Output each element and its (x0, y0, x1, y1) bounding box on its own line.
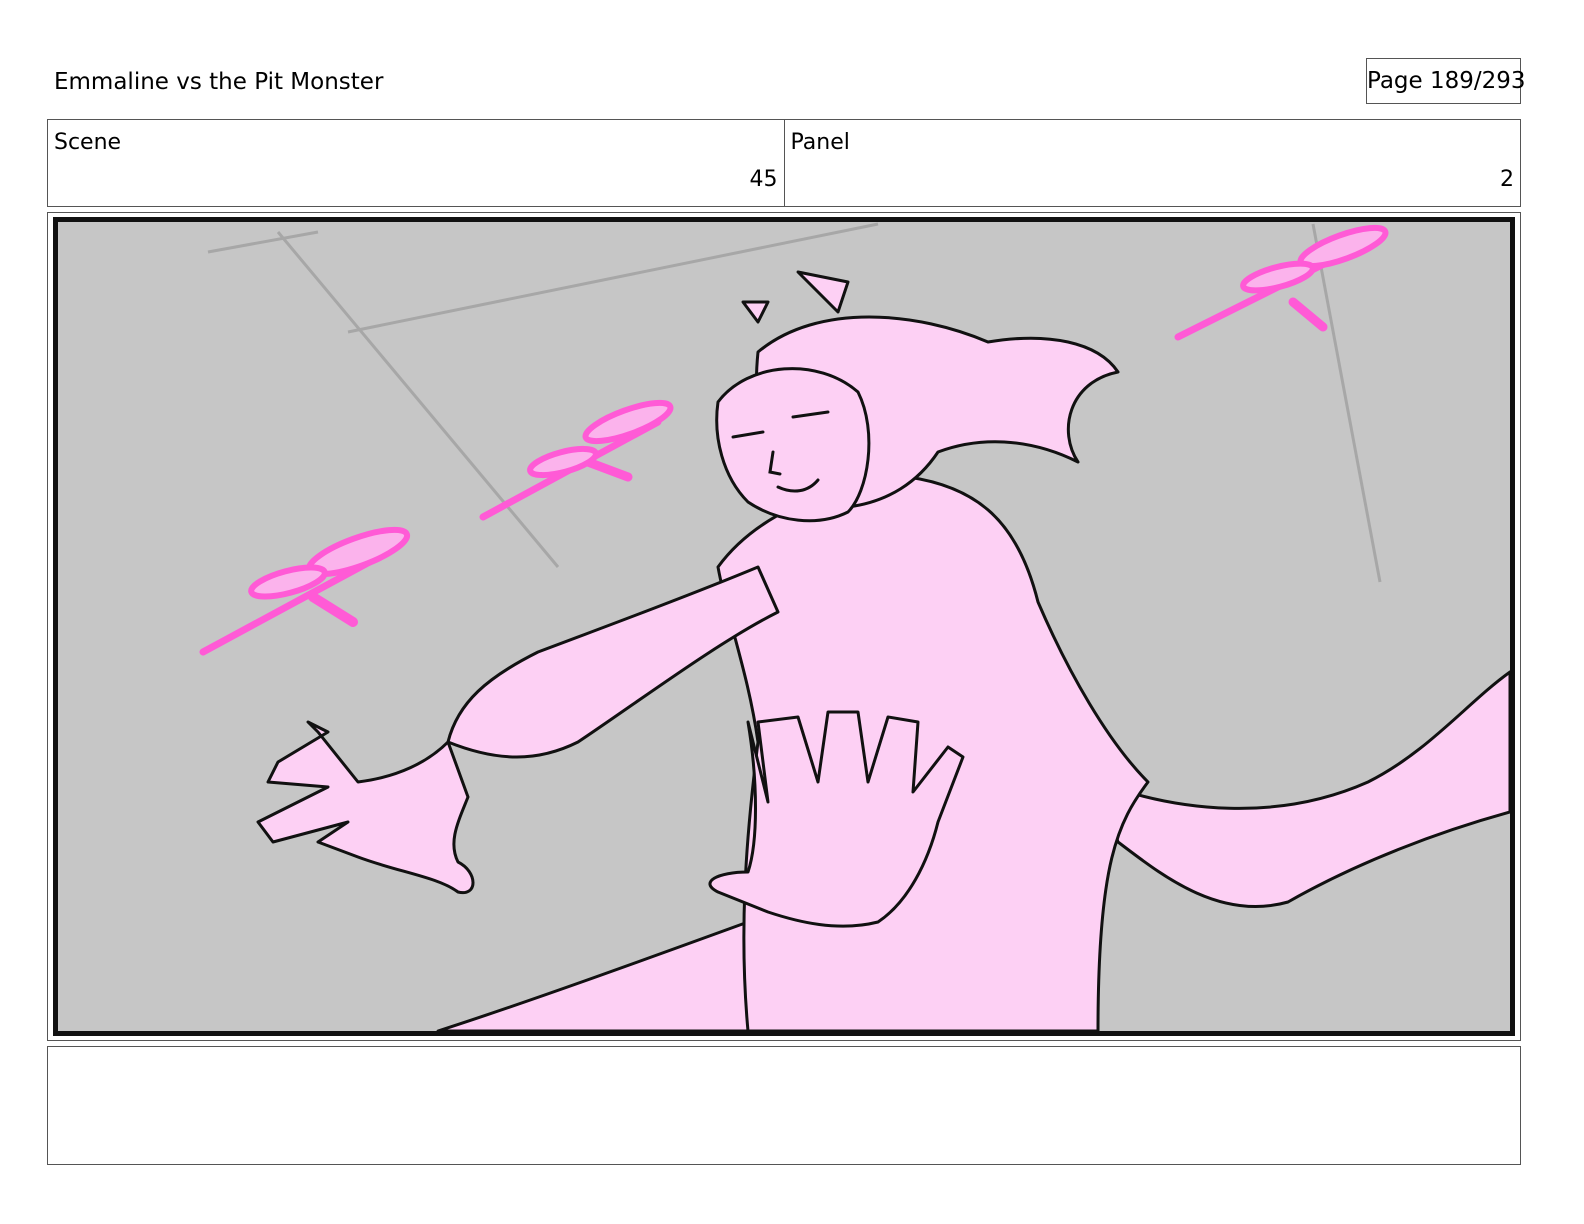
scene-label: Scene (54, 130, 122, 155)
panel-label: Panel (790, 130, 850, 155)
panel-number: 2 (1500, 167, 1514, 192)
cloth-left (436, 920, 780, 1031)
storyboard-image (53, 217, 1515, 1036)
scene-number: 45 (749, 167, 778, 192)
character-figure (256, 270, 1510, 1031)
scene-cell: Scene 45 (48, 120, 784, 206)
page-indicator: Page 189/293 (1366, 58, 1526, 104)
projectile-1 (199, 526, 411, 656)
scene-panel-info: Scene 45 Panel 2 (47, 119, 1521, 207)
horn-left (741, 300, 770, 324)
face (715, 367, 871, 523)
projectile-3 (1174, 224, 1389, 341)
document-title: Emmaline vs the Pit Monster (54, 69, 384, 95)
storyboard-frame (47, 212, 1521, 1041)
left-hand (256, 720, 475, 895)
panel-cell: Panel 2 (783, 120, 1521, 206)
notes-box (47, 1046, 1521, 1165)
horn-right (796, 270, 850, 314)
storyboard-sketch (199, 222, 1510, 1031)
projectile-2 (479, 399, 674, 521)
scarf-right (1096, 670, 1510, 908)
left-arm (446, 565, 780, 759)
